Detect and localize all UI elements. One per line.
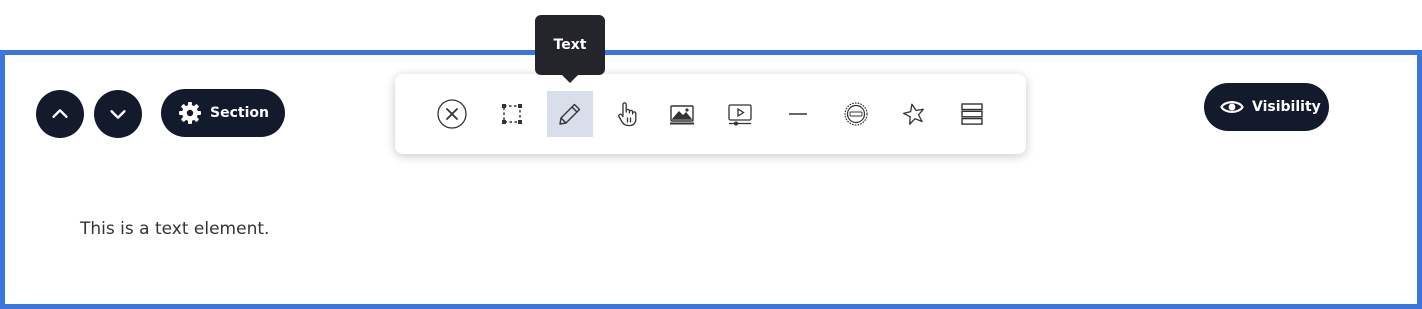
tool-video[interactable]: [717, 91, 763, 137]
gear-icon: [179, 102, 201, 124]
hand-pointer-icon: [618, 102, 637, 127]
text-element[interactable]: This is a text element.: [80, 219, 269, 239]
move-up-button[interactable]: [36, 90, 84, 138]
visibility-button-label: Visibility: [1252, 99, 1321, 115]
tool-button[interactable]: [604, 91, 650, 137]
move-down-button[interactable]: [94, 90, 142, 138]
tool-rows[interactable]: [949, 91, 995, 137]
tool-icon[interactable]: [891, 91, 937, 137]
image-icon: [670, 105, 694, 125]
video-icon: [728, 104, 752, 126]
chevron-down-icon: [110, 110, 126, 119]
element-toolbar: [395, 74, 1026, 154]
tool-image[interactable]: [659, 91, 705, 137]
rows-icon: [961, 103, 983, 125]
line-icon: [789, 113, 807, 115]
tool-box[interactable]: [489, 91, 535, 137]
close-toolbar-button[interactable]: [429, 91, 475, 137]
tool-text[interactable]: [547, 91, 593, 137]
box-select-icon: [502, 104, 522, 124]
section-button-label: Section: [210, 105, 269, 121]
logo-badge-icon: [844, 102, 868, 126]
star-icon: [903, 103, 924, 125]
tool-logo[interactable]: [833, 91, 879, 137]
tooltip-label: Text: [553, 37, 587, 53]
tool-divider[interactable]: [775, 91, 821, 137]
pencil-icon: [559, 103, 581, 125]
tool-tooltip: Text: [535, 15, 605, 83]
chevron-up-icon: [52, 109, 68, 118]
section-settings-button[interactable]: Section: [161, 89, 285, 137]
visibility-button[interactable]: Visibility: [1204, 83, 1329, 131]
close-circle-icon: [437, 99, 467, 129]
eye-icon: [1220, 101, 1244, 113]
